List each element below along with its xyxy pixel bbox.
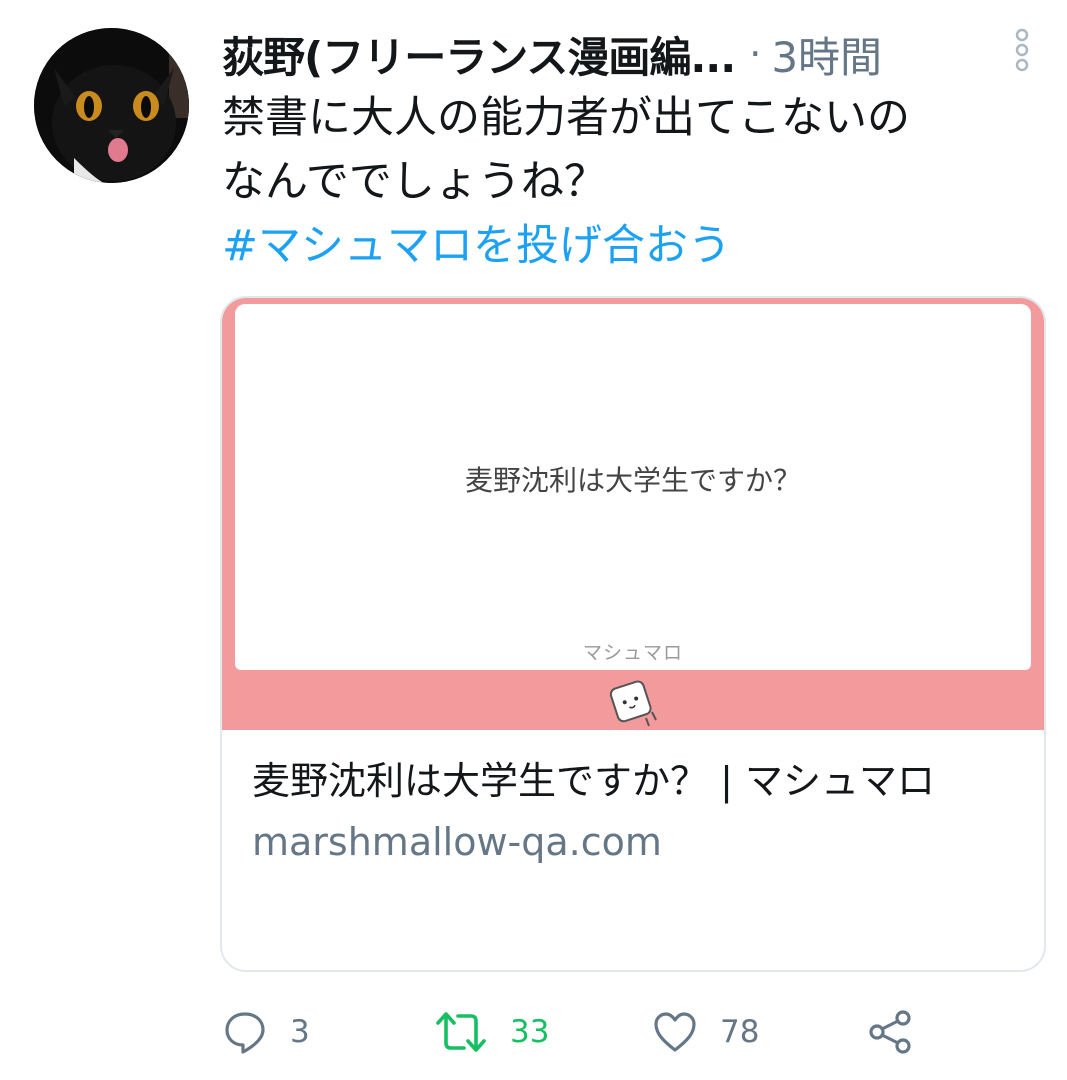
card-image-question: 麦野沈利は大学生ですか？ (464, 464, 801, 497)
share-icon (869, 1010, 911, 1054)
avatar[interactable] (34, 28, 189, 183)
tweet-timestamp[interactable]: 3時間 (771, 24, 882, 85)
marshmallow-mascot-icon (606, 676, 666, 732)
like-button[interactable]: 78 (652, 1008, 759, 1056)
tweet-actions: 3 33 78 (222, 1000, 1002, 1064)
separator-dot: · (749, 32, 762, 76)
share-button[interactable] (868, 1008, 914, 1056)
card-domain: marshmallow-qa.com (252, 820, 662, 864)
like-count: 78 (720, 1014, 760, 1050)
tweet-text-line: なんででしょうね？ (222, 157, 607, 207)
card-image-watermark: マシュマロ (582, 642, 683, 664)
tweet-header: 荻野(フリーランス漫画編... · 3時間 (222, 22, 982, 86)
retweet-button[interactable]: 33 (434, 1008, 549, 1056)
black-cat-avatar-icon (34, 28, 189, 183)
more-options-icon[interactable] (1010, 28, 1034, 72)
card-image: 麦野沈利は大学生ですか？ マシュマロ (222, 298, 1044, 730)
card-body: 麦野沈利は大学生ですか？ | マシュマロ marshmallow-qa.com (252, 750, 1022, 864)
tweet-text-line: 禁書に大人の能力者が出てこないの (222, 93, 910, 143)
retweet-count: 33 (510, 1014, 550, 1050)
link-card[interactable]: 麦野沈利は大学生ですか？ マシュマロ 麦野沈利は大学生ですか？ | マシュマロ … (220, 296, 1046, 972)
retweet-icon (436, 1012, 486, 1052)
reply-icon (225, 1012, 265, 1054)
card-question-panel: 麦野沈利は大学生ですか？ マシュマロ (235, 304, 1031, 670)
reply-button[interactable]: 3 (222, 1008, 310, 1056)
author-display-name[interactable]: 荻野(フリーランス漫画編... (222, 24, 736, 85)
heart-icon (654, 1012, 696, 1052)
tweet-text: 禁書に大人の能力者が出てこないの なんででしょうね？ #マシュマロを投げ合おう (222, 86, 1032, 278)
card-title: 麦野沈利は大学生ですか？ | マシュマロ (252, 759, 935, 803)
reply-count: 3 (290, 1014, 310, 1050)
hashtag-link[interactable]: #マシュマロを投げ合おう (222, 214, 1032, 278)
